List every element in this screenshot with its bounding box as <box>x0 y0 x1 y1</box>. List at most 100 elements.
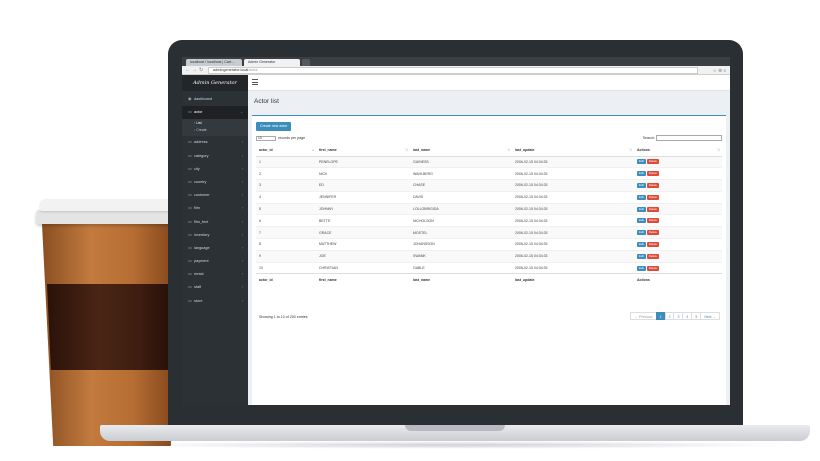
delete-button[interactable]: Delete <box>646 241 659 247</box>
column-header-last-name: last_name <box>410 273 512 285</box>
actions-cell: Edit Delete <box>634 249 722 263</box>
column-header-actions[interactable]: Actions ⇅ <box>634 145 722 157</box>
chevron-down-icon: ⌄ <box>240 110 243 115</box>
column-header-last-update[interactable]: last_update ⇅ <box>512 145 634 157</box>
browser-menu-icon[interactable]: ☆ ⚙ ≡ <box>713 67 726 74</box>
delete-button[interactable]: Delete <box>646 218 659 224</box>
edit-button[interactable]: Edit <box>637 206 646 212</box>
chevron-left-icon: ‹ <box>241 259 243 264</box>
table-cell: CHASE <box>410 179 512 192</box>
sidebar-item-country[interactable]: ▭ country ‹ <box>182 176 248 189</box>
delete-button[interactable]: Delete <box>646 194 659 200</box>
delete-button[interactable]: Delete <box>646 206 659 212</box>
delete-button[interactable]: Delete <box>646 230 659 236</box>
table-cell: NICK <box>316 167 410 180</box>
sidebar-item-store[interactable]: ▭ store ‹ <box>182 295 248 308</box>
next-page-button[interactable]: Next → <box>700 312 720 320</box>
laptop-shadow <box>110 441 800 449</box>
sidebar-item-dashboard[interactable]: ◉ dashboard <box>182 93 248 106</box>
table-cell: 1 <box>256 155 316 168</box>
sidebar-item-film[interactable]: ▭ film ‹ <box>182 202 248 215</box>
laptop-notch <box>405 425 505 431</box>
edit-button[interactable]: Edit <box>637 159 646 165</box>
delete-button[interactable]: Delete <box>646 265 659 271</box>
browser-tab-active[interactable]: Admin Generator <box>244 59 300 66</box>
table-cell: 2006-02-15 04:34:33 <box>512 202 634 215</box>
table-cell: 2006-02-15 04:34:33 <box>512 238 634 251</box>
table-row: 9 JOE SWANK 2006-02-15 04:34:33 Edit Delete <box>256 249 722 263</box>
table-footer-row: actor_id first_name last_name last_update Ac… <box>256 273 722 285</box>
edit-button[interactable]: Edit <box>637 230 646 236</box>
sort-icon: ⇅ <box>717 148 720 153</box>
table-body: 1 PENELOPE GUINESS 2006-02-15 04:34:33 Edit D… <box>256 155 722 274</box>
table-cell: MATTHEW <box>316 238 410 251</box>
edit-button[interactable]: Edit <box>637 253 646 259</box>
table-cell: WAHLBERG <box>410 167 512 180</box>
edit-button[interactable]: Edit <box>637 194 646 200</box>
delete-button[interactable]: Delete <box>646 159 659 165</box>
column-header-first-name[interactable]: first_name ⇅ <box>316 145 410 157</box>
create-actor-button[interactable]: Create new actor <box>256 122 292 131</box>
url-input[interactable]: admingenerator.local/actor <box>208 67 698 74</box>
browser-tab[interactable]: localhost / localhost | Cart... <box>186 59 242 66</box>
browser-tab-bar: localhost / localhost | Cart... Admin Ge… <box>182 57 730 66</box>
chevron-left-icon: ‹ <box>241 140 243 145</box>
column-header-actor-id[interactable]: actor_id ▴ <box>256 145 316 157</box>
search-label: Search: <box>642 136 655 140</box>
sort-icon: ⇅ <box>507 148 510 153</box>
new-tab-button[interactable] <box>302 59 310 66</box>
table-cell: PENELOPE <box>316 155 410 168</box>
edit-button[interactable]: Edit <box>637 265 646 271</box>
chevron-left-icon: ‹ <box>241 206 243 211</box>
sidebar-item-category[interactable]: ▭ category ‹ <box>182 150 248 163</box>
reload-icon[interactable]: ↻ <box>199 67 203 74</box>
forward-icon[interactable]: → <box>192 67 197 74</box>
sidebar-item-label: customer <box>194 193 210 198</box>
sidebar-item-rental[interactable]: ▭ rental ‹ <box>182 268 248 281</box>
pagination: ← Previous 1 2 3 4 5 Next → <box>630 312 720 320</box>
sidebar-subitem-list[interactable]: ◦ List <box>182 120 248 127</box>
sidebar-item-label: language <box>194 245 210 250</box>
back-icon[interactable]: ← <box>185 67 190 74</box>
table-cell: NICHOLSON <box>410 214 512 227</box>
sidebar-item-payment[interactable]: ▭ payment ‹ <box>182 255 248 268</box>
delete-button[interactable]: Delete <box>646 171 659 177</box>
sidebar-item-actor[interactable]: ▭ actor ⌄ <box>182 106 248 120</box>
edit-button[interactable]: Edit <box>637 218 646 224</box>
sidebar-item-film-text[interactable]: ▭ film_text ‹ <box>182 216 248 229</box>
admin-app: Admin Generator ◉ dashboard ▭ actor ⌄ ◦ List ◦… <box>182 75 730 405</box>
table-cell: DAVIS <box>410 190 512 204</box>
table-row: 7 GRACE MOSTEL 2006-02-15 04:34:33 Edit Delet… <box>256 226 722 239</box>
edit-button[interactable]: Edit <box>637 182 646 188</box>
delete-button[interactable]: Delete <box>646 253 659 259</box>
previous-page-button[interactable]: ← Previous <box>630 312 657 320</box>
actions-cell: Edit Delete <box>634 202 722 215</box>
table-cell: 10 <box>256 261 316 274</box>
table-cell: MOSTEL <box>410 226 512 239</box>
table-cell: 4 <box>256 190 316 204</box>
sidebar-subitem-create[interactable]: ◦ Create <box>182 127 248 134</box>
chevron-left-icon: ‹ <box>241 166 243 171</box>
table-cell: 2006-02-15 04:34:33 <box>512 214 634 227</box>
page-length-select[interactable]: 10 <box>256 135 276 141</box>
sidebar-item-customer[interactable]: ▭ customer ‹ <box>182 189 248 202</box>
table-row: 10 CHRISTIAN GABLE 2006-02-15 04:34:33 Edit D… <box>256 261 722 274</box>
cup-sleeve <box>47 284 177 370</box>
table-row: 4 JENNIFER DAVIS 2006-02-15 04:34:33 Edit Del… <box>256 190 722 204</box>
column-header-last-name[interactable]: last_name ⇅ <box>410 145 512 157</box>
delete-button[interactable]: Delete <box>646 182 659 188</box>
actions-cell: Edit Delete <box>634 155 722 168</box>
menu-toggle-icon[interactable] <box>252 79 258 85</box>
brand-logo[interactable]: Admin Generator <box>182 75 248 91</box>
search-input[interactable] <box>656 135 722 142</box>
sidebar-item-inventory[interactable]: ▭ inventory ‹ <box>182 229 248 242</box>
edit-button[interactable]: Edit <box>637 171 646 177</box>
page-length-control: 10 records per page <box>256 135 305 141</box>
actor-table: actor_id ▴ first_name ⇅ last_name ⇅ last_updat… <box>256 145 722 285</box>
sidebar-item-staff[interactable]: ▭ staff ‹ <box>182 281 248 294</box>
sidebar-item-city[interactable]: ▭ city ‹ <box>182 163 248 176</box>
sidebar-item-address[interactable]: ▭ address ‹ <box>182 136 248 149</box>
edit-button[interactable]: Edit <box>637 241 646 247</box>
sidebar-item-language[interactable]: ▭ language ‹ <box>182 242 248 255</box>
main-content: Actor list Create new actor 10 records pe… <box>248 75 730 405</box>
